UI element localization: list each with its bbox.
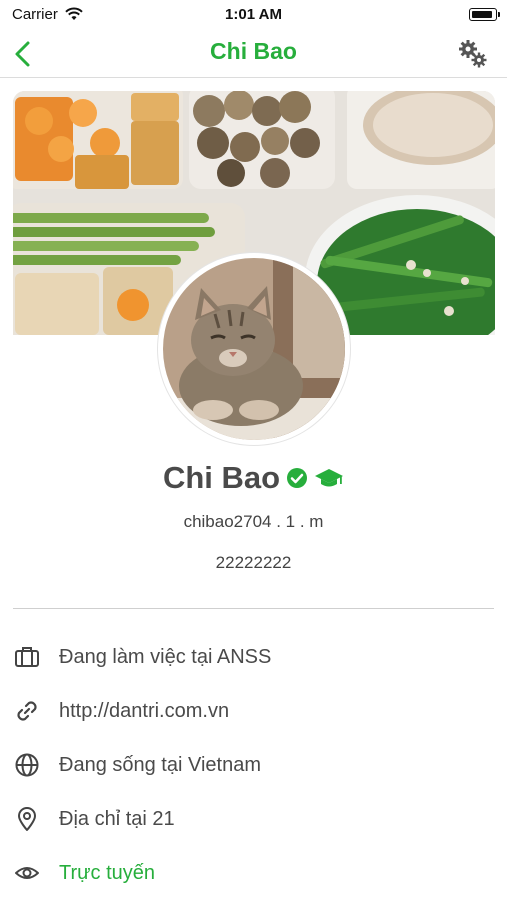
info-item-online-status: Trực tuyến	[0, 846, 507, 900]
eye-icon	[13, 859, 41, 887]
status-time: 1:01 AM	[225, 5, 282, 23]
profile-name: Chi Bao	[162, 460, 281, 495]
nav-bar: Chi Bao	[0, 28, 507, 78]
info-item-location: Đang sống tại Vietnam	[0, 738, 507, 792]
settings-button[interactable]	[457, 38, 489, 70]
info-text: Địa chỉ tại 21	[59, 807, 175, 830]
info-text: Đang sống tại Vietnam	[59, 753, 261, 776]
divider	[13, 608, 494, 609]
avatar[interactable]	[158, 253, 350, 445]
info-text: Đang làm việc tại ANSS	[59, 645, 272, 668]
graduation-cap-icon	[315, 469, 344, 487]
info-item-workplace: Đang làm việc tại ANSS	[0, 630, 507, 684]
location-pin-icon	[13, 805, 41, 833]
cat-photo	[163, 258, 345, 440]
battery-icon	[469, 8, 500, 21]
website-link[interactable]: http://dantri.com.vn	[59, 700, 229, 723]
phone-number: 22222222	[215, 553, 292, 572]
info-list: Đang làm việc tại ANSS http://dantri.com…	[0, 630, 507, 900]
briefcase-icon	[13, 643, 41, 671]
info-item-website[interactable]: http://dantri.com.vn	[0, 684, 507, 738]
username: chibao2704 . 1 . m	[183, 512, 324, 531]
globe-icon	[13, 751, 41, 779]
page-title: Chi Bao	[210, 38, 297, 64]
name-row: Chi Bao	[0, 460, 507, 496]
link-icon	[13, 697, 41, 725]
gears-icon	[459, 40, 487, 68]
status-bar: Carrier 1:01 AM	[0, 0, 507, 28]
info-item-address: Địa chỉ tại 21	[0, 792, 507, 846]
verified-badge-icon	[287, 468, 308, 488]
online-status: Trực tuyến	[59, 861, 156, 884]
